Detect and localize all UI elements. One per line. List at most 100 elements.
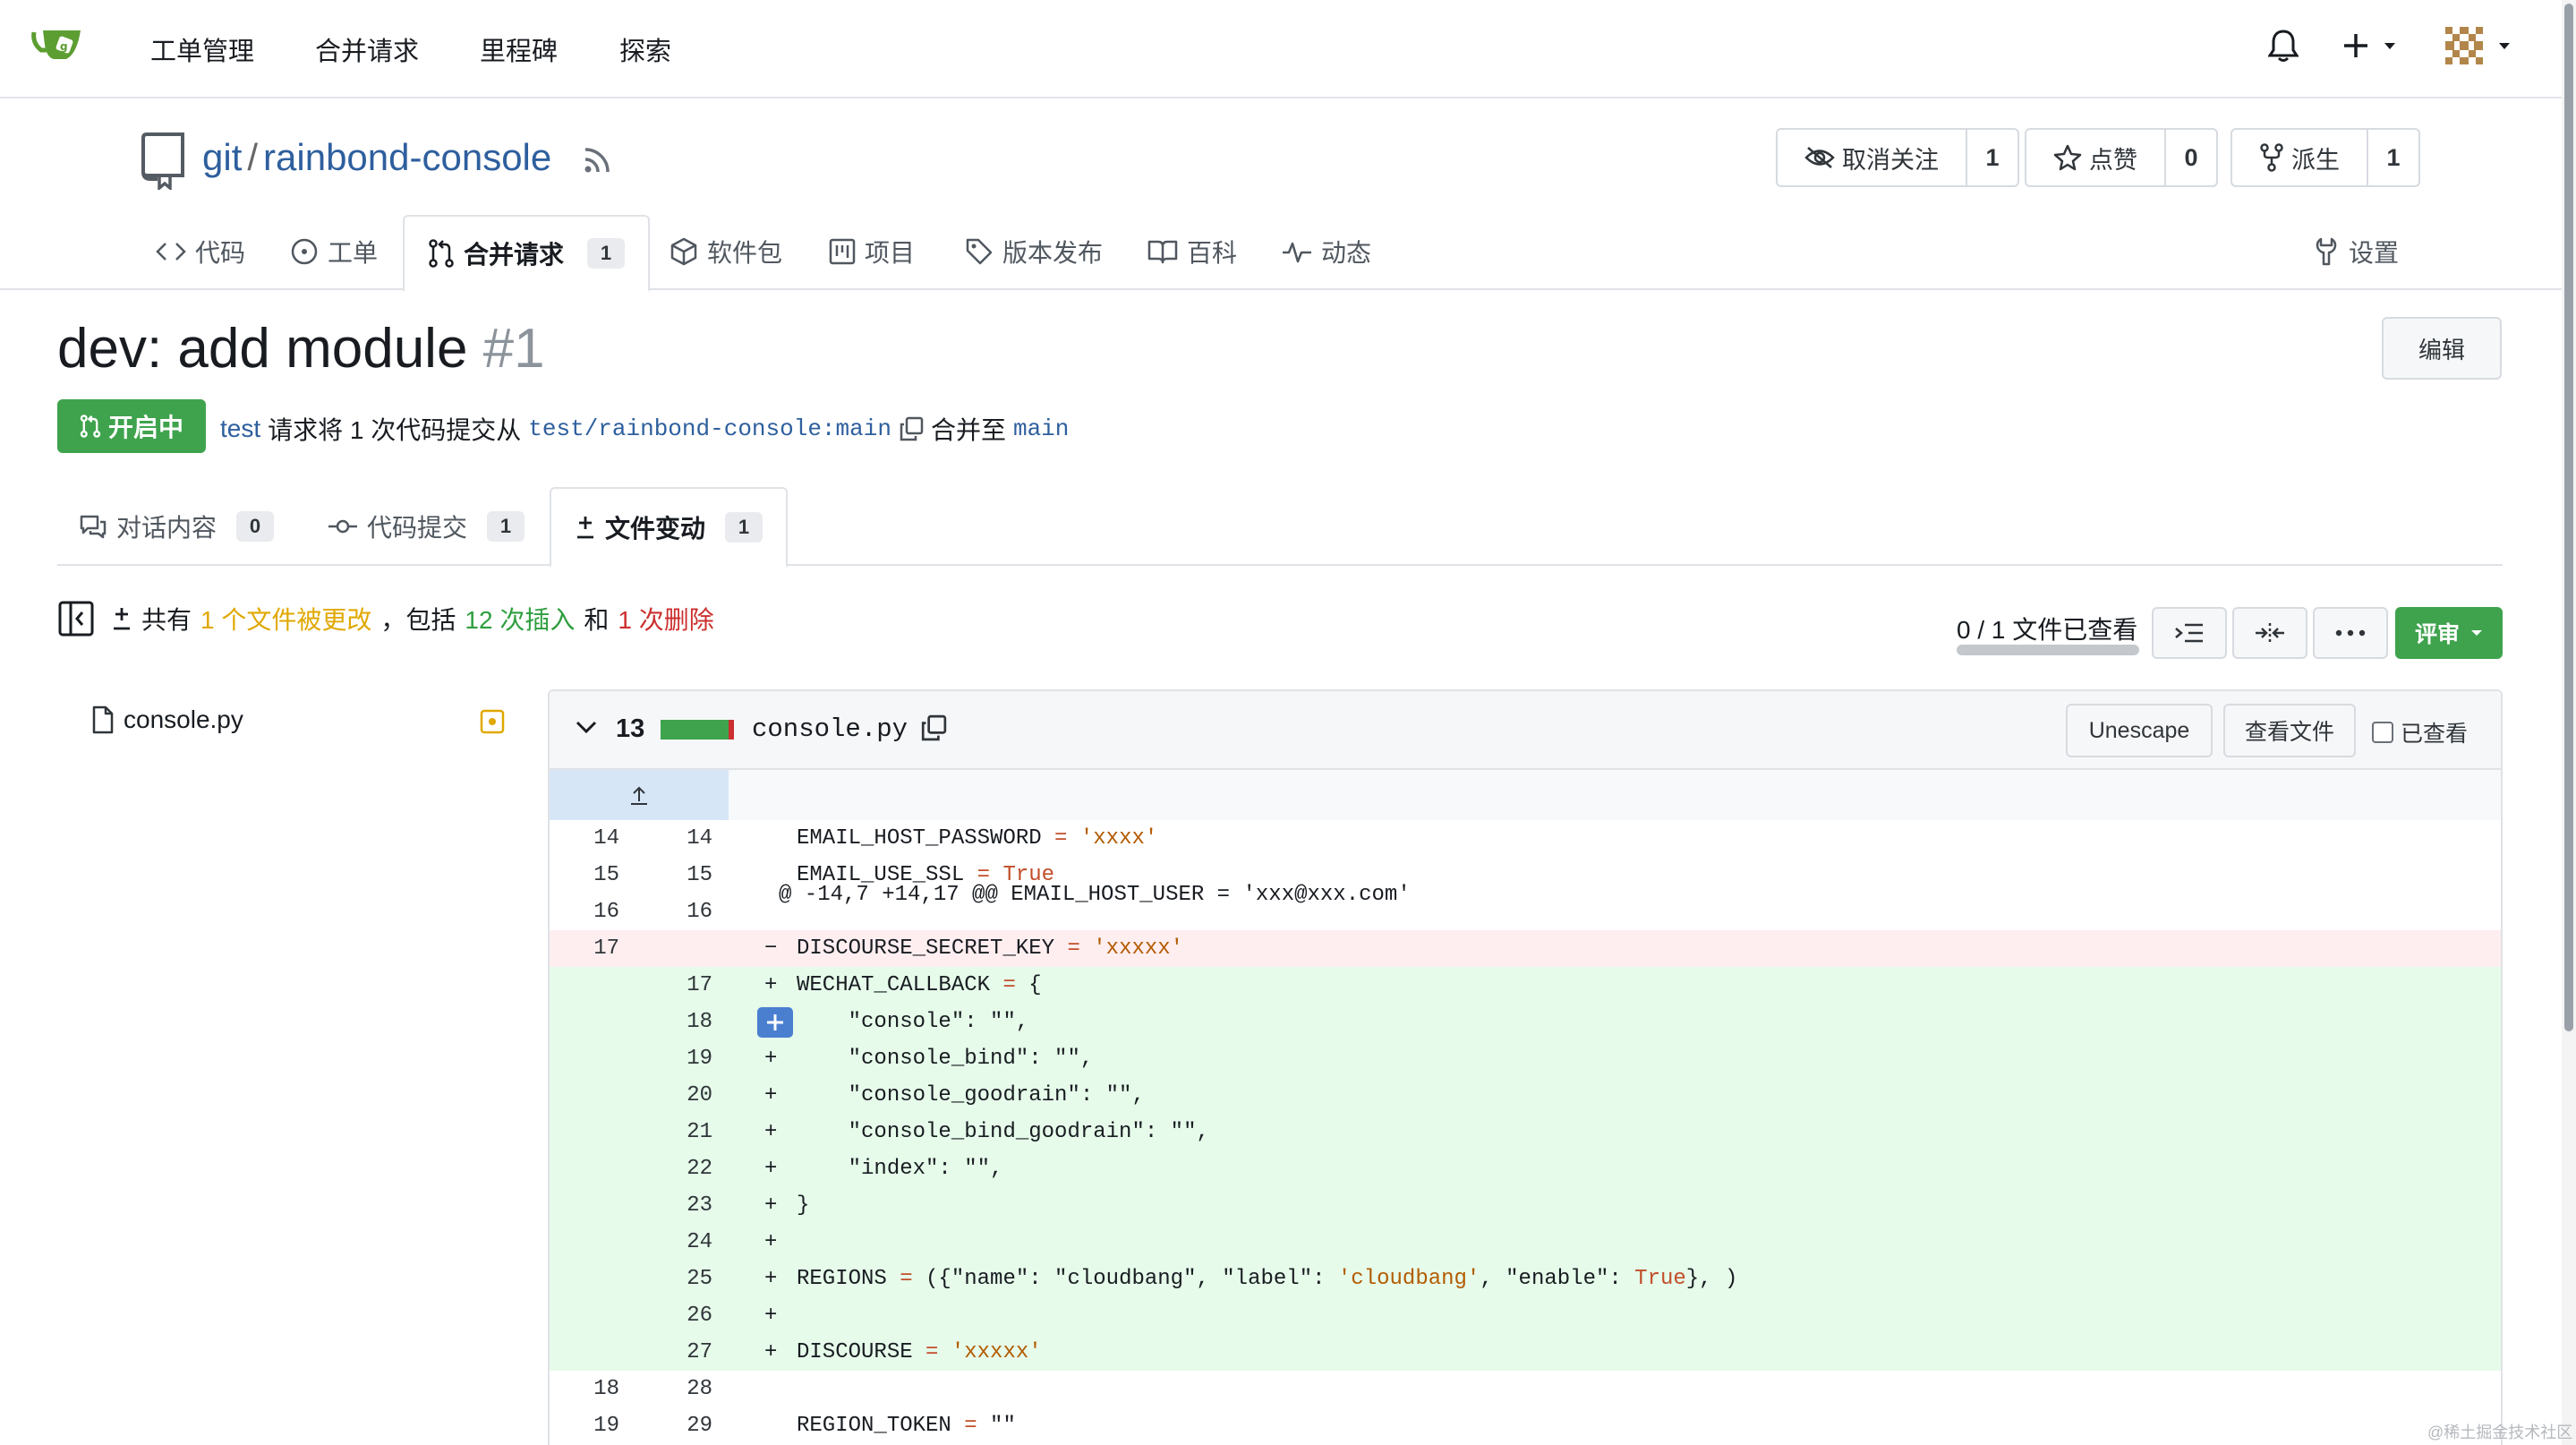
tab-releases[interactable]: 版本发布 (965, 213, 1103, 290)
nav-issues-link[interactable]: 工单管理 (150, 30, 254, 68)
caret-down-icon (2470, 628, 2483, 637)
tab-files-changed[interactable]: 文件变动 1 (550, 487, 789, 568)
file-tree-item[interactable]: console.py (91, 705, 243, 734)
kebab-horizontal-icon (2335, 629, 2366, 637)
old-line-number[interactable]: 14 (550, 820, 639, 857)
edit-title-button[interactable]: 编辑 (2382, 317, 2502, 380)
new-line-number[interactable]: 19 (639, 1040, 729, 1077)
file-diff-box: 13 console.py Unescape 查看文件 已查看 @ -14,7 … (548, 689, 2503, 1445)
viewed-files-counter: 0 / 1 文件已查看 (1957, 616, 2138, 644)
new-line-number[interactable]: 16 (639, 894, 729, 930)
tab-code[interactable]: 代码 (156, 213, 245, 290)
repo-owner-link[interactable]: git (202, 136, 242, 178)
new-line-number[interactable]: 25 (639, 1261, 729, 1297)
old-line-number[interactable]: 18 (550, 1371, 639, 1407)
new-line-number[interactable]: 27 (639, 1334, 729, 1371)
new-line-number[interactable]: 26 (639, 1297, 729, 1334)
watermark: @稀土掘金技术社区 (2427, 1424, 2573, 1441)
nav-milestones-link[interactable]: 里程碑 (480, 30, 558, 68)
issue-opened-icon (290, 237, 319, 266)
repo-name-link[interactable]: rainbond-console (263, 136, 551, 178)
viewed-checkbox-box[interactable] (2372, 722, 2393, 743)
new-line-number[interactable]: 15 (639, 857, 729, 894)
viewed-checkbox[interactable]: 已查看 (2372, 716, 2468, 748)
diff-marker: + (764, 973, 778, 997)
new-line-number[interactable]: 23 (639, 1187, 729, 1224)
tab-pull-requests[interactable]: 合并请求 1 (403, 215, 651, 292)
new-line-number[interactable]: 20 (639, 1077, 729, 1114)
bell-icon[interactable] (2268, 29, 2299, 63)
nav-pulls-link[interactable]: 合并请求 (315, 30, 419, 68)
merge-into-text: 合并至 (930, 416, 1006, 444)
user-avatar[interactable] (2442, 23, 2519, 68)
tab-commits[interactable]: 代码提交 1 (328, 487, 525, 566)
scrollbar-thumb[interactable] (2564, 4, 2573, 1031)
comments-icon (79, 514, 107, 539)
create-new-plus-icon[interactable] (2343, 32, 2401, 59)
nav-explore-link[interactable]: 探索 (619, 30, 671, 68)
toggle-file-tree-icon[interactable] (57, 600, 95, 637)
fork-count[interactable]: 1 (2368, 130, 2418, 185)
tab-conversation[interactable]: 对话内容 0 (79, 487, 275, 566)
unwatch-button-group: 取消关注 1 (1776, 128, 2019, 187)
gitea-logo-icon[interactable]: g (30, 23, 88, 66)
old-line-number[interactable]: 16 (550, 894, 639, 930)
watch-count[interactable]: 1 (1967, 130, 2017, 185)
tab-projects[interactable]: 项目 (829, 213, 915, 290)
target-branch-link[interactable]: main (1013, 415, 1069, 442)
pr-author-link[interactable]: test (220, 415, 260, 443)
diff-file-header: 13 console.py Unescape 查看文件 已查看 (550, 691, 2501, 770)
diff-marker: + (764, 1120, 778, 1144)
unwatch-button[interactable]: 取消关注 (1778, 130, 1967, 185)
split-view-button[interactable] (2232, 607, 2307, 659)
review-button[interactable]: 评审 (2395, 607, 2503, 659)
code-text: EMAIL_HOST_PASSWORD = 'xxxx' (797, 820, 1157, 857)
copy-path-icon[interactable] (920, 714, 947, 741)
chevron-down-icon[interactable] (575, 718, 598, 736)
copy-branch-icon[interactable] (899, 416, 924, 441)
new-line-number[interactable]: 24 (639, 1224, 729, 1261)
project-board-icon (829, 238, 856, 265)
code-token: } (797, 1193, 810, 1218)
code-token: "" (977, 1414, 1016, 1438)
pr-status-badge: 开启中 (57, 399, 206, 453)
tab-wiki[interactable]: 百科 (1147, 213, 1237, 290)
new-line-number[interactable]: 21 (639, 1114, 729, 1150)
pr-title-text: dev: add module (57, 318, 468, 380)
old-line-number[interactable]: 19 (550, 1407, 639, 1444)
tab-settings-label: 设置 (2349, 239, 2400, 267)
star-button[interactable]: 点赞 (2026, 130, 2166, 185)
star-count[interactable]: 0 (2166, 130, 2216, 185)
code-token: DISCOURSE (797, 1340, 926, 1364)
tab-issues[interactable]: 工单 (290, 213, 378, 290)
pull-request-icon (80, 414, 101, 439)
whitespace-options-button[interactable] (2152, 607, 2227, 659)
tab-settings[interactable]: 设置 (2313, 213, 2399, 290)
diff-filename[interactable]: console.py (752, 714, 908, 744)
old-line-number[interactable]: 15 (550, 857, 639, 894)
split-view-icon (2254, 622, 2286, 644)
more-options-button[interactable] (2313, 607, 2388, 659)
diff-line-add: 21 + "console_bind_goodrain": "", (550, 1114, 2501, 1150)
new-line-number[interactable]: 29 (639, 1407, 729, 1444)
code-token: 'xxxxx' (1093, 936, 1184, 961)
diff-line-add: 26 + (550, 1297, 2501, 1334)
page-scrollbar[interactable] (2562, 0, 2576, 1445)
add-comment-button[interactable] (757, 1007, 793, 1038)
new-line-number[interactable]: 17 (639, 967, 729, 1004)
rss-icon[interactable] (582, 145, 612, 175)
new-line-number[interactable]: 18 (639, 1004, 729, 1040)
unescape-button[interactable]: Unescape (2066, 704, 2213, 757)
source-branch-link[interactable]: test/rainbond-console:main (528, 415, 891, 442)
fork-button[interactable]: 派生 (2232, 130, 2368, 185)
new-line-number[interactable]: 22 (639, 1150, 729, 1187)
code-text: "console": "", (797, 1004, 1029, 1040)
old-line-number[interactable]: 17 (550, 930, 639, 967)
tab-packages[interactable]: 软件包 (670, 213, 782, 290)
expand-up-icon[interactable] (550, 770, 729, 820)
tab-activity[interactable]: 动态 (1282, 213, 1371, 290)
new-line-number[interactable]: 14 (639, 820, 729, 857)
view-file-button[interactable]: 查看文件 (2223, 704, 2356, 757)
new-line-number[interactable]: 28 (639, 1371, 729, 1407)
